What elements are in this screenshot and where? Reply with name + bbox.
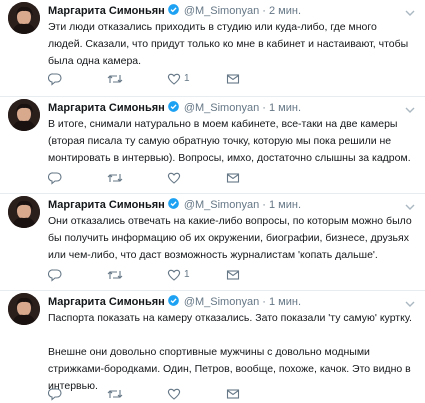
like-icon[interactable] [167, 387, 181, 401]
avatar[interactable] [8, 293, 40, 325]
avatar[interactable] [8, 196, 40, 228]
timestamp[interactable]: 1 мин. [269, 296, 301, 308]
retweet-icon[interactable] [107, 171, 123, 185]
author-name[interactable]: Маргарита Симоньян [48, 199, 165, 211]
author-name[interactable]: Маргарита Симоньян [48, 102, 165, 114]
retweet-icon[interactable] [107, 387, 123, 401]
tweet-header: Маргарита Симоньян @M_Simonyan · 2 мин. [48, 4, 301, 18]
tweet-actions [48, 171, 348, 185]
timestamp[interactable]: 1 мин. [269, 102, 301, 114]
tweet-text: Паспорта показать на камеру отказались. … [48, 312, 412, 392]
timestamp[interactable]: 2 мин. [269, 5, 301, 17]
reply-icon[interactable] [48, 387, 62, 401]
separator-dot: · [262, 199, 266, 211]
author-name[interactable]: Маргарита Симоньян [48, 5, 165, 17]
direct-message-icon[interactable] [226, 268, 240, 282]
direct-message-icon[interactable] [226, 387, 240, 401]
tweet-actions: 1 [48, 72, 348, 86]
tweet-header: Маргарита Симоньян @M_Simonyan · 1 мин. [48, 198, 301, 212]
separator-dot: · [262, 5, 266, 17]
verified-badge-icon [167, 4, 179, 15]
like-icon[interactable] [167, 268, 181, 282]
tweet-text: Они отказались отвечать на какие-либо во… [48, 215, 412, 261]
tweet-text: В итоге, снимали натурально в моем кабин… [48, 118, 411, 164]
like-icon[interactable] [167, 72, 181, 86]
like-count: 1 [184, 269, 190, 280]
separator-dot: · [262, 296, 266, 308]
tweet-actions: 1 [48, 268, 348, 282]
verified-badge-icon [167, 198, 179, 209]
tweet: Маргарита Симоньян @M_Simonyan · 1 мин. … [0, 97, 425, 193]
direct-message-icon[interactable] [226, 72, 240, 86]
author-handle[interactable]: @M_Simonyan [184, 102, 259, 114]
tweet-header: Маргарита Симоньян @M_Simonyan · 1 мин. [48, 295, 301, 309]
author-name[interactable]: Маргарита Симоньян [48, 296, 165, 308]
retweet-icon[interactable] [107, 72, 123, 86]
chevron-down-icon[interactable] [405, 295, 415, 307]
tweet: Маргарита Симоньян @M_Simonyan · 1 мин. … [0, 194, 425, 290]
verified-badge-icon [167, 101, 179, 112]
direct-message-icon[interactable] [226, 171, 240, 185]
tweet-text: Эти люди отказались приходить в студию и… [48, 21, 409, 67]
reply-icon[interactable] [48, 268, 62, 282]
tweet-header: Маргарита Симоньян @M_Simonyan · 1 мин. [48, 101, 301, 115]
chevron-down-icon[interactable] [405, 101, 415, 113]
chevron-down-icon[interactable] [405, 4, 415, 16]
tweet-actions [48, 387, 348, 401]
timestamp[interactable]: 1 мин. [269, 199, 301, 211]
author-handle[interactable]: @M_Simonyan [184, 296, 259, 308]
tweet: Маргарита Симоньян @M_Simonyan · 2 мин. … [0, 0, 425, 96]
chevron-down-icon[interactable] [405, 198, 415, 210]
like-count: 1 [184, 73, 190, 84]
reply-icon[interactable] [48, 72, 62, 86]
author-handle[interactable]: @M_Simonyan [184, 5, 259, 17]
avatar[interactable] [8, 99, 40, 131]
like-icon[interactable] [167, 171, 181, 185]
reply-icon[interactable] [48, 171, 62, 185]
verified-badge-icon [167, 295, 179, 306]
retweet-icon[interactable] [107, 268, 123, 282]
tweet: Маргарита Симоньян @M_Simonyan · 1 мин. … [0, 291, 425, 403]
author-handle[interactable]: @M_Simonyan [184, 199, 259, 211]
avatar[interactable] [8, 2, 40, 34]
separator-dot: · [262, 102, 266, 114]
